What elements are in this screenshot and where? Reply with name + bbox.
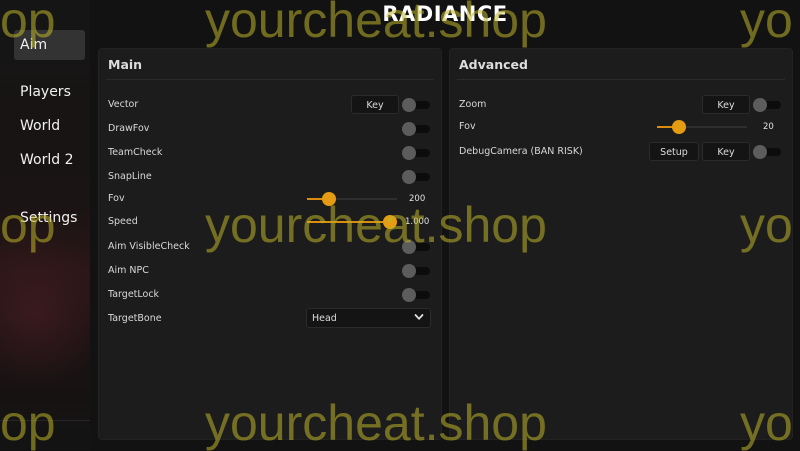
debugcamera-toggle[interactable] xyxy=(753,145,781,159)
targetbone-label: TargetBone xyxy=(108,313,162,324)
aim-visiblecheck-toggle[interactable] xyxy=(402,240,430,254)
snapline-label: SnapLine xyxy=(108,171,152,182)
snapline-toggle[interactable] xyxy=(402,170,430,184)
vector-key-button[interactable]: Key xyxy=(351,95,399,114)
advanced-panel: Advanced Zoom Key Fov 20 DebugCamera (BA… xyxy=(449,48,793,440)
speed-label: Speed xyxy=(108,216,138,227)
aim-npc-label: Aim NPC xyxy=(108,265,149,276)
aim-visiblecheck-label: Aim VisibleCheck xyxy=(108,241,190,252)
panel-divider xyxy=(457,79,785,80)
drawfov-toggle[interactable] xyxy=(402,122,430,136)
app-title: RADIANCE xyxy=(382,2,508,26)
aim-npc-toggle[interactable] xyxy=(402,264,430,278)
sidebar-item-players[interactable]: Players xyxy=(14,77,85,107)
vector-toggle[interactable] xyxy=(402,98,430,112)
teamcheck-toggle[interactable] xyxy=(402,146,430,160)
sidebar-item-label: Players xyxy=(20,84,71,100)
chevron-down-icon xyxy=(414,314,424,320)
sidebar-item-label: World 2 xyxy=(20,152,74,168)
zoom-label: Zoom xyxy=(459,99,487,110)
speed-slider-thumb[interactable] xyxy=(383,215,397,229)
panel-divider xyxy=(106,79,434,80)
sidebar-divider xyxy=(0,420,90,421)
sidebar-item-label: Settings xyxy=(20,210,78,226)
fov-value: 200 xyxy=(409,194,426,204)
main-panel: Main Vector Key DrawFov TeamCheck SnapLi… xyxy=(98,48,442,440)
teamcheck-label: TeamCheck xyxy=(108,147,163,158)
targetbone-selected-value: Head xyxy=(312,313,337,324)
panel-title-advanced: Advanced xyxy=(459,57,528,72)
sidebar-item-aim[interactable]: Aim xyxy=(14,30,85,60)
debugcamera-key-button[interactable]: Key xyxy=(702,142,750,161)
speed-value: 1.000 xyxy=(405,217,430,227)
sidebar-item-label: Aim xyxy=(20,37,48,53)
advanced-fov-value: 20 xyxy=(763,122,774,132)
zoom-toggle[interactable] xyxy=(753,98,781,112)
fov-label: Fov xyxy=(108,193,125,204)
advanced-fov-slider[interactable] xyxy=(657,120,747,134)
advanced-fov-label: Fov xyxy=(459,121,476,132)
debugcamera-label: DebugCamera (BAN RISK) xyxy=(459,146,583,157)
targetlock-label: TargetLock xyxy=(108,289,160,300)
drawfov-label: DrawFov xyxy=(108,123,150,134)
advanced-fov-slider-thumb[interactable] xyxy=(672,120,686,134)
fov-slider-thumb[interactable] xyxy=(322,192,336,206)
panel-title-main: Main xyxy=(108,57,143,72)
fov-slider[interactable] xyxy=(307,192,397,206)
sidebar-item-label: World xyxy=(20,118,61,134)
content-area: RADIANCE Main Vector Key DrawFov TeamChe… xyxy=(90,0,800,450)
zoom-key-button[interactable]: Key xyxy=(702,95,750,114)
targetbone-dropdown[interactable]: Head xyxy=(306,308,431,328)
sidebar-item-world-2[interactable]: World 2 xyxy=(14,145,85,175)
sidebar-item-settings[interactable]: Settings xyxy=(14,203,85,233)
sidebar-item-world[interactable]: World xyxy=(14,111,85,141)
debugcamera-setup-button[interactable]: Setup xyxy=(649,142,699,161)
vector-label: Vector xyxy=(108,99,139,110)
targetlock-toggle[interactable] xyxy=(402,288,430,302)
speed-slider[interactable] xyxy=(307,215,397,229)
sidebar: Aim Players World World 2 Settings xyxy=(0,0,110,450)
